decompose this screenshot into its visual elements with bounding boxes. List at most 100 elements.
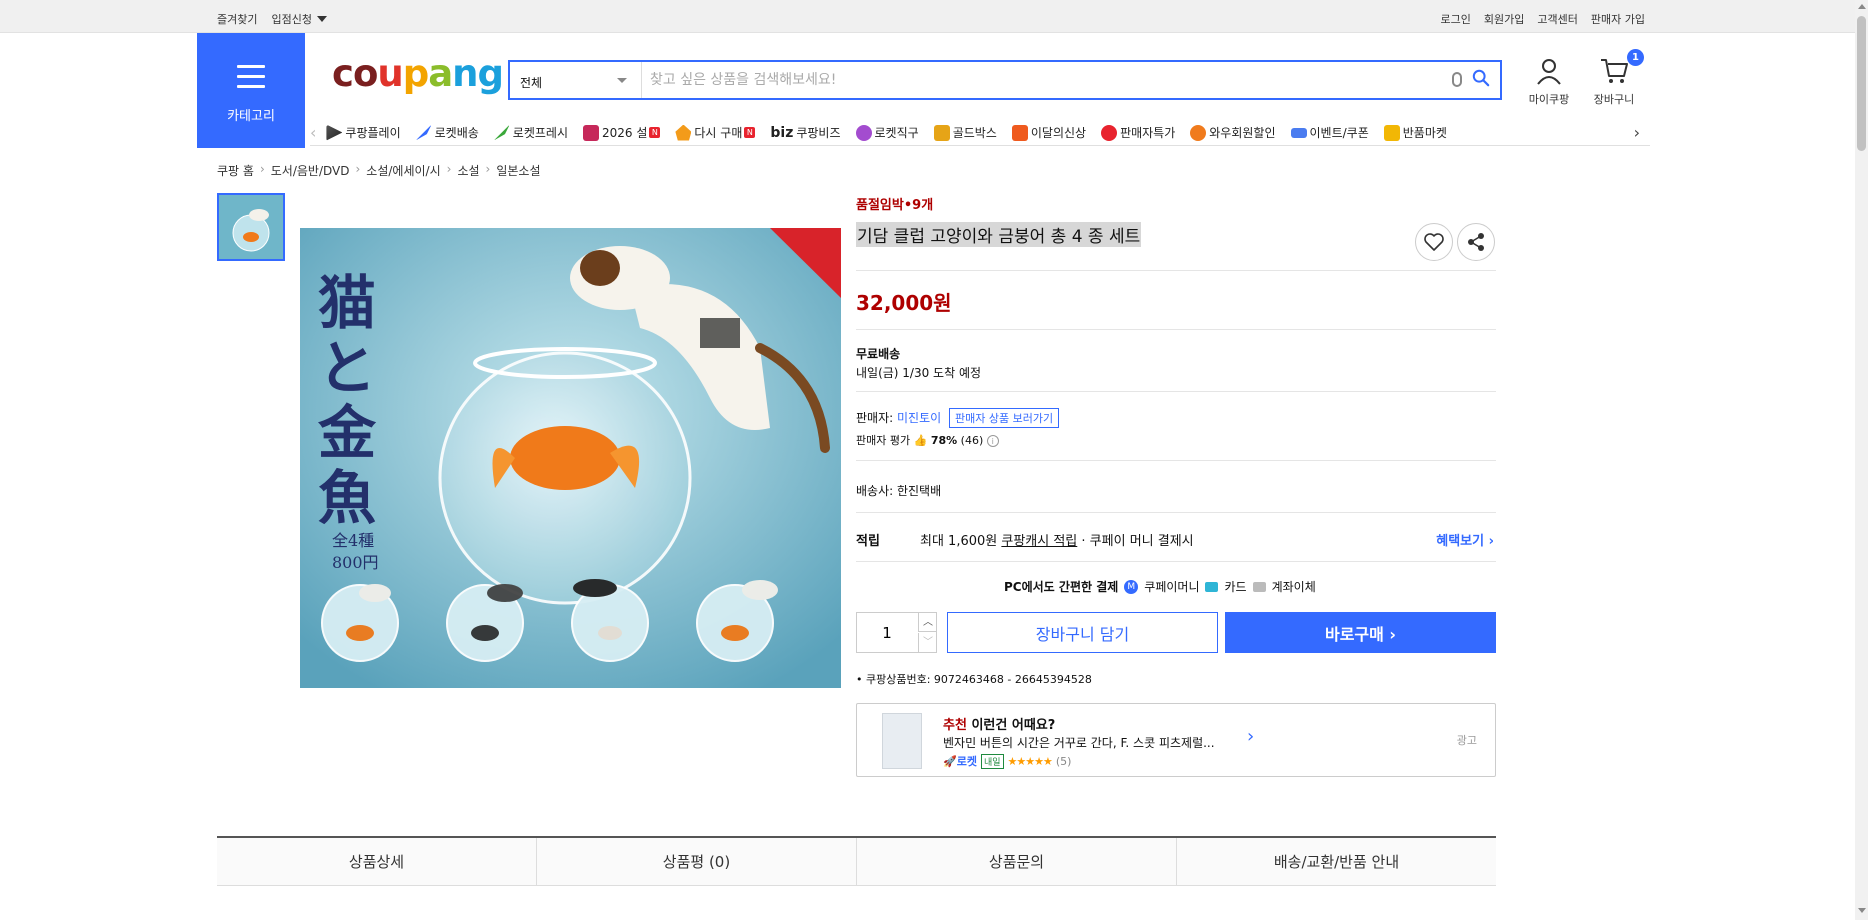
search-icon[interactable]: [1472, 69, 1490, 87]
shipping-title: 무료배송: [856, 347, 901, 361]
review-count: (5): [1055, 754, 1072, 768]
breadcrumb-item[interactable]: 소설/에세이/시: [366, 162, 440, 179]
product-thumbnail[interactable]: [217, 193, 285, 261]
search-input[interactable]: [650, 65, 1430, 95]
quantity-decrease-icon[interactable]: ﹀: [918, 633, 937, 652]
seller-label: 판매자:: [856, 411, 894, 425]
wishlist-button[interactable]: [1415, 223, 1453, 261]
info-icon[interactable]: i: [986, 435, 999, 447]
top-bar: 즐겨찾기 입점신청 로그인 회원가입 고객센터 판매자 가입: [0, 0, 1855, 33]
quantity-input[interactable]: [857, 613, 917, 652]
page-scrollbar[interactable]: [1855, 0, 1868, 920]
hamburger-icon: [237, 65, 265, 95]
chevron-down-icon: [617, 78, 627, 83]
cart-count-badge: 1: [1627, 49, 1644, 66]
seller-rating-count: (46): [960, 434, 984, 447]
nav-item-rocket-delivery[interactable]: 로켓배송: [415, 124, 479, 141]
nav-item-coupang-play[interactable]: 쿠팡플레이: [326, 124, 401, 141]
carrier-info: 배송사: 한진택배: [856, 484, 942, 498]
category-label: 카테고리: [227, 109, 275, 124]
bookmark-link[interactable]: 즐겨찾기: [217, 11, 257, 27]
shipping-eta: 내일(금) 1/30 도착 예정: [856, 366, 982, 380]
breadcrumb-home[interactable]: 쿠팡 홈: [217, 162, 254, 179]
chevron-right-icon[interactable]: ›: [1247, 726, 1254, 747]
nav-prev-icon[interactable]: ‹: [310, 123, 316, 142]
nav-item-rebuy[interactable]: 다시 구매 N: [675, 124, 756, 141]
search-category-select[interactable]: 전체: [510, 62, 642, 98]
nav-item-new-arrivals[interactable]: 이달의신상: [1011, 124, 1087, 141]
divider: [856, 512, 1496, 513]
buy-now-button[interactable]: 바로구매 ›: [1225, 612, 1496, 653]
nav-label: 2026 설: [601, 126, 648, 140]
divider: [856, 391, 1496, 392]
rocket-fresh-icon: [493, 124, 510, 141]
reward-label: 적립: [856, 534, 880, 549]
coupang-cash-link[interactable]: 쿠팡캐시 적립: [1001, 534, 1077, 549]
nav-label: 판매자특가: [1120, 126, 1176, 140]
nav-item-coupang-biz[interactable]: biz 쿠팡비즈: [770, 124, 840, 141]
market-icon: [1383, 124, 1400, 141]
divider: [856, 329, 1496, 330]
nav-item-seller-deals[interactable]: 판매자특가: [1101, 124, 1175, 141]
star-rating-icon: ★★★★★: [1007, 754, 1053, 768]
breadcrumb-item[interactable]: 도서/음반/DVD: [271, 162, 350, 179]
breadcrumb-separator-icon: ›: [485, 162, 491, 176]
new-badge: N: [744, 127, 756, 138]
tab-product-detail[interactable]: 상품상세: [217, 838, 537, 886]
microphone-icon[interactable]: [1452, 72, 1462, 87]
divider: [856, 460, 1496, 461]
payment-card-label: 카드: [1224, 580, 1247, 594]
coupang-logo[interactable]: coupang: [332, 52, 504, 95]
nav-item-goldbox[interactable]: 골드박스: [933, 124, 997, 141]
ad-meta: 🚀로켓 내일 ★★★★★ (5): [943, 753, 1071, 769]
nav-item-rocket-direct[interactable]: 로켓직구: [855, 124, 919, 141]
add-to-cart-button[interactable]: 장바구니 담기: [947, 612, 1218, 653]
category-menu-button[interactable]: 카테고리: [197, 33, 305, 148]
breadcrumb-item[interactable]: 일본소설: [496, 162, 540, 179]
reward-condition: · 쿠페이 머니 결제시: [1081, 534, 1194, 549]
nav-label: 다시 구매: [694, 126, 743, 140]
ad-headline-text: 이런건 어때요?: [966, 718, 1056, 733]
nav-item-return-market[interactable]: 반품마켓: [1383, 124, 1447, 141]
breadcrumb: 쿠팡 홈 › 도서/음반/DVD › 소설/에세이/시 › 소설 › 일본소설: [217, 162, 541, 179]
product-main-image[interactable]: 猫 と 金 魚 全4種 800円: [300, 228, 841, 688]
benefits-link[interactable]: 혜택보기 ›: [1436, 530, 1494, 549]
breadcrumb-separator-icon: ›: [355, 162, 361, 176]
nav-item-rocket-fresh[interactable]: 로켓프레시: [493, 124, 568, 141]
goldbox-icon: [933, 124, 950, 141]
soldout-notice: 품절임박•9개: [856, 198, 934, 213]
nav-next-icon[interactable]: ›: [1634, 123, 1640, 142]
nav-item-2026-seol[interactable]: 2026 설N: [582, 124, 661, 141]
share-button[interactable]: [1457, 223, 1495, 261]
my-coupang-button[interactable]: 마이쿠팡: [1528, 56, 1570, 107]
nav-item-wow-discount[interactable]: 와우회원할인: [1190, 124, 1276, 141]
nav-label: 이달의신상: [1030, 126, 1087, 140]
scrollbar-thumb[interactable]: [1857, 16, 1866, 151]
seller-products-button[interactable]: 판매자 상품 보러가기: [949, 408, 1060, 428]
discount-icon: [1101, 124, 1118, 141]
seller-name-link[interactable]: 미진토이: [897, 411, 941, 425]
scroll-down-icon[interactable]: [1858, 908, 1866, 913]
seller-signup-link[interactable]: 판매자 가입: [1591, 11, 1645, 27]
seller-apply-menu[interactable]: 입점신청: [271, 11, 327, 27]
seller-apply-label: 입점신청: [271, 13, 312, 26]
signup-link[interactable]: 회원가입: [1484, 11, 1524, 27]
nav-item-events-coupons[interactable]: 이벤트/쿠폰: [1290, 124, 1369, 141]
ad-rec-label: 추천: [943, 718, 967, 733]
rocket-icon: [415, 124, 432, 141]
scroll-up-icon[interactable]: [1858, 4, 1866, 9]
biz-icon: biz: [770, 124, 794, 141]
nav-label: 와우회원할인: [1209, 126, 1276, 140]
login-link[interactable]: 로그인: [1441, 11, 1471, 27]
tab-inquiries[interactable]: 상품문의: [857, 838, 1177, 886]
quantity-increase-icon[interactable]: ︿: [918, 613, 937, 632]
payment-money-label: 쿠페이머니: [1144, 580, 1200, 594]
customer-center-link[interactable]: 고객센터: [1537, 11, 1577, 27]
breadcrumb-item[interactable]: 소설: [457, 162, 479, 179]
quantity-stepper: ︿ ﹀: [856, 612, 937, 653]
recommendation-ad[interactable]: 추천 이런건 어때요? 벤자민 버튼의 시간은 거꾸로 간다, F. 스콧 피츠…: [856, 703, 1496, 777]
my-coupang-label: 마이쿠팡: [1528, 93, 1570, 106]
tab-reviews[interactable]: 상품평 (0): [537, 838, 857, 886]
tab-shipping-returns[interactable]: 배송/교환/반품 안내: [1177, 838, 1496, 886]
product-detail-tabs: 상품상세 상품평 (0) 상품문의 배송/교환/반품 안내: [217, 836, 1496, 886]
